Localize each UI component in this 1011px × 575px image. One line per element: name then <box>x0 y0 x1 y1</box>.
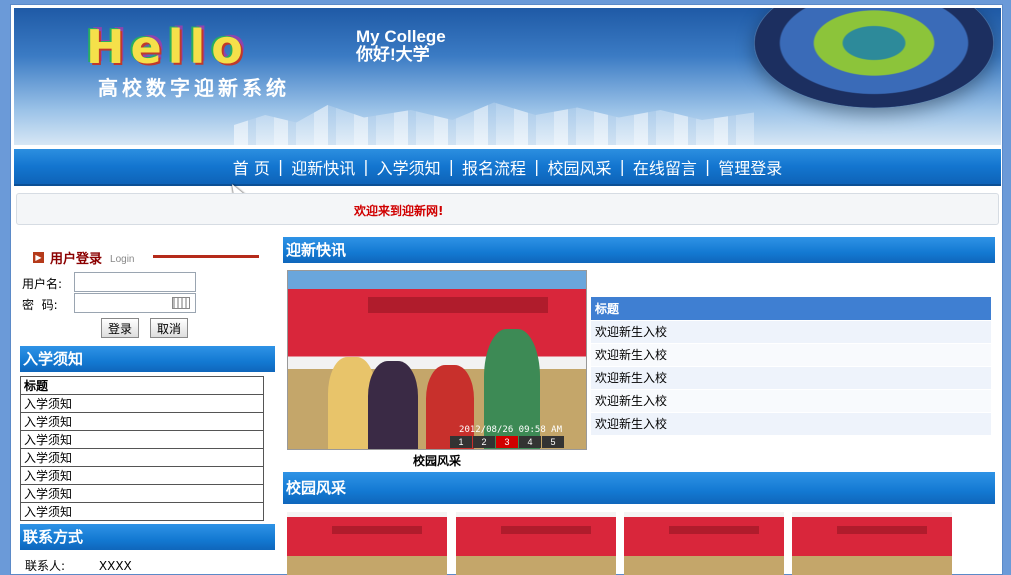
stadium-globe-graphic <box>754 8 994 108</box>
username-label: 用户名: <box>22 277 63 291</box>
campus-photo-thumbnail[interactable] <box>287 512 447 575</box>
table-row[interactable]: 入学须知 <box>20 466 264 485</box>
login-header-underline <box>153 255 259 258</box>
tent-banner-graphic <box>501 526 591 534</box>
contact-person-label: 联系人: <box>25 559 66 573</box>
tent-banner-graphic <box>332 526 422 534</box>
table-row[interactable]: 入学须知 <box>20 394 264 413</box>
table-row[interactable]: 欢迎新生入校 <box>591 320 991 344</box>
table-row[interactable]: 入学须知 <box>20 430 264 449</box>
table-row[interactable]: 入学须知 <box>20 412 264 431</box>
login-subtitle: Login <box>110 254 135 265</box>
site-banner: Hello My College 你好!大学 高校数字迎新系统 <box>14 8 1001 145</box>
banner-brand-cn: 你好!大学 <box>356 45 430 64</box>
slideshow-pager: 1 2 3 4 5 <box>449 436 564 448</box>
pager-button-active[interactable]: 3 <box>496 436 518 448</box>
pager-button[interactable]: 1 <box>450 436 472 448</box>
photo-timestamp: 2012/08/26 09:58 AM <box>459 425 562 435</box>
pager-button[interactable]: 2 <box>473 436 495 448</box>
campus-style-heading: 校园风采 <box>283 472 995 504</box>
banner-brand: My College 你好!大学 <box>356 28 446 64</box>
tent-banner-graphic <box>368 297 548 313</box>
nav-campus-style[interactable]: 校园风采 <box>539 155 619 179</box>
news-heading: 迎新快讯 <box>283 237 995 263</box>
campus-photo-thumbnail[interactable] <box>792 512 952 575</box>
table-header: 标题 <box>20 376 264 395</box>
nav-registration-process[interactable]: 报名流程 <box>454 155 534 179</box>
pager-button[interactable]: 5 <box>542 436 564 448</box>
banner-hello-logo: Hello <box>86 20 249 74</box>
table-row[interactable]: 欢迎新生入校 <box>591 389 991 413</box>
table-row[interactable]: 入学须知 <box>20 448 264 467</box>
arrow-right-icon: ▶ <box>33 252 44 263</box>
banner-brand-en: My College <box>356 27 446 46</box>
login-button[interactable]: 登录 <box>101 318 140 338</box>
nav-admin-login[interactable]: 管理登录 <box>710 155 790 179</box>
contact-person-value: XXXX <box>98 559 132 573</box>
campus-photo-thumbnail[interactable] <box>456 512 616 575</box>
pager-button[interactable]: 4 <box>519 436 541 448</box>
table-row[interactable]: 欢迎新生入校 <box>591 412 991 436</box>
welcome-message: 欢迎来到迎新网! <box>354 204 444 218</box>
admission-notice-table: 标题 入学须知 入学须知 入学须知 入学须知 入学须知 入学须知 入学须知 <box>20 376 264 521</box>
admission-notice-heading: 入学须知 <box>20 346 275 372</box>
login-title: 用户登录 <box>50 252 103 267</box>
photo-figure <box>368 361 418 449</box>
tent-banner-graphic <box>669 526 759 534</box>
username-input[interactable] <box>74 272 196 292</box>
contact-heading: 联系方式 <box>20 524 275 550</box>
photo-caption: 校园风采 <box>412 454 461 468</box>
table-row[interactable]: 欢迎新生入校 <box>591 366 991 390</box>
city-skyline-graphic <box>234 102 754 145</box>
main-nav: 首 页 | 迎新快讯 | 入学须知 | 报名流程 | 校园风采 | 在线留言 |… <box>14 149 1001 186</box>
table-header: 标题 <box>591 297 991 321</box>
campus-photo-thumbnail[interactable] <box>624 512 784 575</box>
nav-admission-notice[interactable]: 入学须知 <box>369 155 449 179</box>
nav-home[interactable]: 首 页 <box>225 155 278 179</box>
nav-news[interactable]: 迎新快讯 <box>283 155 363 179</box>
news-photo-slideshow[interactable]: 2012/08/26 09:58 AM 1 2 3 4 5 <box>287 270 587 450</box>
news-table: 标题 欢迎新生入校 欢迎新生入校 欢迎新生入校 欢迎新生入校 欢迎新生入校 <box>591 297 991 436</box>
password-label: 密 码: <box>22 298 58 312</box>
login-header: ▶ 用户登录 Login <box>33 248 134 267</box>
welcome-bar: 欢迎来到迎新网! <box>16 193 999 225</box>
banner-subtitle: 高校数字迎新系统 <box>98 76 290 100</box>
table-row[interactable]: 入学须知 <box>20 484 264 503</box>
table-row[interactable]: 欢迎新生入校 <box>591 343 991 367</box>
tent-banner-graphic <box>837 526 927 534</box>
keyboard-icon[interactable] <box>172 297 190 309</box>
contact-person: 联系人: XXXX <box>25 557 132 574</box>
cancel-button[interactable]: 取消 <box>150 318 189 338</box>
nav-guestbook[interactable]: 在线留言 <box>625 155 705 179</box>
table-row[interactable]: 入学须知 <box>20 502 264 521</box>
